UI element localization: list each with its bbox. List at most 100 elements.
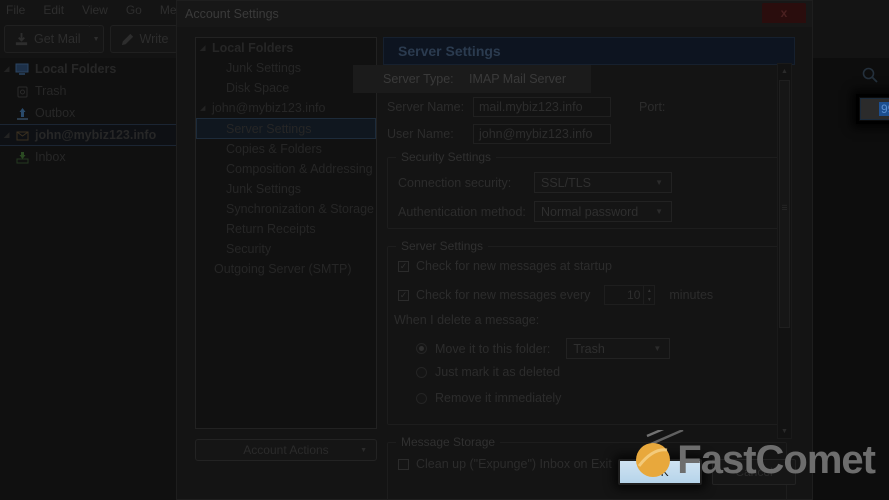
check-startup-checkbox[interactable]: ✓ [398,260,409,272]
message-storage-title: Message Storage [396,435,501,449]
server-settings-group: Server Settings ✓ Check for new messages… [387,239,787,425]
delete-option-move[interactable]: Move it to this folder: Trash ▼ [416,338,671,359]
port-value: 993 [878,102,889,116]
auth-method-select[interactable]: Normal password ▼ [534,201,672,222]
menu-view[interactable]: View [82,3,108,17]
server-type-label: Server Type: [383,72,454,86]
account-actions-label: Account Actions [243,443,329,457]
security-settings-group: Security Settings Connection security: S… [387,150,787,229]
check-startup-row[interactable]: ✓ Check for new messages at startup [398,259,612,273]
port-input[interactable]: 993 [861,99,889,119]
radio-dot [419,346,424,351]
dialog-buttons: OK Cancel [618,459,796,485]
panel-heading: Server Settings [383,37,795,65]
panel-scrollbar[interactable]: ▲ ☰ ▼ [777,63,792,439]
check-every-checkbox[interactable]: ✓ [398,289,409,301]
stepper-up-icon[interactable]: ▲ [644,286,654,295]
dialog-body: ◢ Local Folders Junk Settings Disk Space… [177,27,889,500]
get-mail-label: Get Mail [34,32,81,46]
folder-row-outbox[interactable]: Outbox [0,102,176,124]
search-icon[interactable] [861,66,879,84]
settings-tree: ◢ Local Folders Junk Settings Disk Space… [195,37,377,429]
chevron-down-icon: ▼ [360,446,367,454]
trash-folder-value: Trash [573,341,605,356]
tree-item-label: Server Settings [226,121,312,136]
menu-go[interactable]: Go [126,3,142,17]
trash-folder-select[interactable]: Trash ▼ [566,338,671,359]
scrollbar-thumb[interactable]: ☰ [779,80,790,328]
server-type-value: IMAP Mail Server [469,72,567,86]
dialog-title-bar: Account Settings [177,1,812,27]
folder-row-account[interactable]: ◢ john@mybiz123.info [0,124,176,146]
security-settings-title: Security Settings [396,150,497,164]
tree-item-label: Return Receipts [226,222,316,236]
check-startup-label: Check for new messages at startup [416,259,612,273]
tree-item-junk-settings-local[interactable]: Junk Settings [196,58,376,78]
mail-account-icon [16,131,29,140]
user-name-row: User Name: john@mybiz123.info [387,124,791,144]
scroll-up-icon[interactable]: ▲ [778,64,791,78]
inbox-icon [16,151,29,163]
server-name-row: Server Name: mail.mybiz123.info Port: 99… [387,94,889,124]
port-label: Port: [639,100,666,114]
tree-item-label: john@mybiz123.info [212,101,326,115]
folder-row-local-folders[interactable]: ◢ Local Folders [0,58,176,80]
twisty-icon[interactable]: ◢ [200,104,211,112]
tree-item-server-settings[interactable]: Server Settings [196,118,376,139]
scroll-down-icon[interactable]: ▼ [778,424,791,438]
tree-item-account[interactable]: ◢ john@mybiz123.info [196,98,376,118]
tree-item-label: Local Folders [212,41,294,55]
connection-security-select[interactable]: SSL/TLS ▼ [534,172,672,193]
twisty-icon[interactable]: ◢ [4,131,14,139]
check-every-label: Check for new messages every [416,288,591,302]
check-every-row[interactable]: ✓ Check for new messages every 10 ▲ ▼ mi… [398,285,713,305]
menu-edit[interactable]: Edit [43,3,64,17]
connection-security-value: SSL/TLS [541,175,592,190]
server-name-input[interactable]: mail.mybiz123.info [473,97,611,117]
twisty-icon[interactable]: ◢ [200,44,211,52]
tree-item-security[interactable]: Security [196,239,376,259]
tree-item-synchronization-storage[interactable]: Synchronization & Storage [196,199,376,219]
folder-row-inbox[interactable]: Inbox [0,146,176,168]
delete-option-mark[interactable]: Just mark it as deleted [416,365,560,379]
tree-item-return-receipts[interactable]: Return Receipts [196,219,376,239]
radio-mark-deleted[interactable] [416,366,427,378]
folder-row-trash[interactable]: Trash [0,80,176,102]
radio-move-to-folder[interactable] [416,343,427,354]
tree-item-outgoing-server-smtp[interactable]: Outgoing Server (SMTP) [196,259,376,279]
delete-option-remove[interactable]: Remove it immediately [416,391,561,405]
tree-item-junk-settings-account[interactable]: Junk Settings [196,179,376,199]
check-interval-value[interactable]: 10 [605,286,643,304]
check-interval-arrows[interactable]: ▲ ▼ [643,286,654,304]
tree-item-label: Junk Settings [226,61,302,75]
tree-item-composition-addressing[interactable]: Composition & Addressing [196,159,376,179]
user-name-input[interactable]: john@mybiz123.info [473,124,611,144]
tree-item-copies-folders[interactable]: Copies & Folders [196,139,376,159]
port-spinner[interactable]: 993 ▲ ▼ [860,98,889,120]
stepper-down-icon[interactable]: ▼ [644,295,654,304]
tree-item-disk-space[interactable]: Disk Space [196,78,376,98]
get-mail-button[interactable]: Get Mail [4,25,91,53]
get-mail-dropdown[interactable]: ▼ [89,25,104,53]
check-interval-stepper[interactable]: 10 ▲ ▼ [604,285,656,305]
tree-item-local-folders[interactable]: ◢ Local Folders [196,38,376,58]
radio-remove-immediately[interactable] [416,392,427,404]
expunge-checkbox[interactable] [398,458,409,470]
expunge-row[interactable]: Clean up ("Expunge") Inbox on Exit [398,457,612,471]
folder-label: Outbox [35,106,76,120]
account-settings-dialog: Account Settings x ◢ Local Folders Junk … [176,0,889,500]
menu-file[interactable]: File [6,3,25,17]
computer-icon [15,63,29,75]
auth-method-label: Authentication method: [398,204,526,219]
tree-item-label: Composition & Addressing [226,162,373,176]
outbox-icon [17,107,28,120]
server-type-row: Server Type: IMAP Mail Server [353,65,591,93]
ok-button[interactable]: OK [618,459,702,485]
write-button[interactable]: Write [109,25,179,53]
twisty-icon[interactable]: ◢ [4,65,14,73]
chevron-down-icon: ▼ [653,344,662,353]
account-actions-button[interactable]: Account Actions ▼ [195,439,377,461]
close-icon[interactable]: x [762,3,806,23]
cancel-button[interactable]: Cancel [712,459,796,485]
panel-content: Server Type: IMAP Mail Server Server Nam… [353,65,889,500]
